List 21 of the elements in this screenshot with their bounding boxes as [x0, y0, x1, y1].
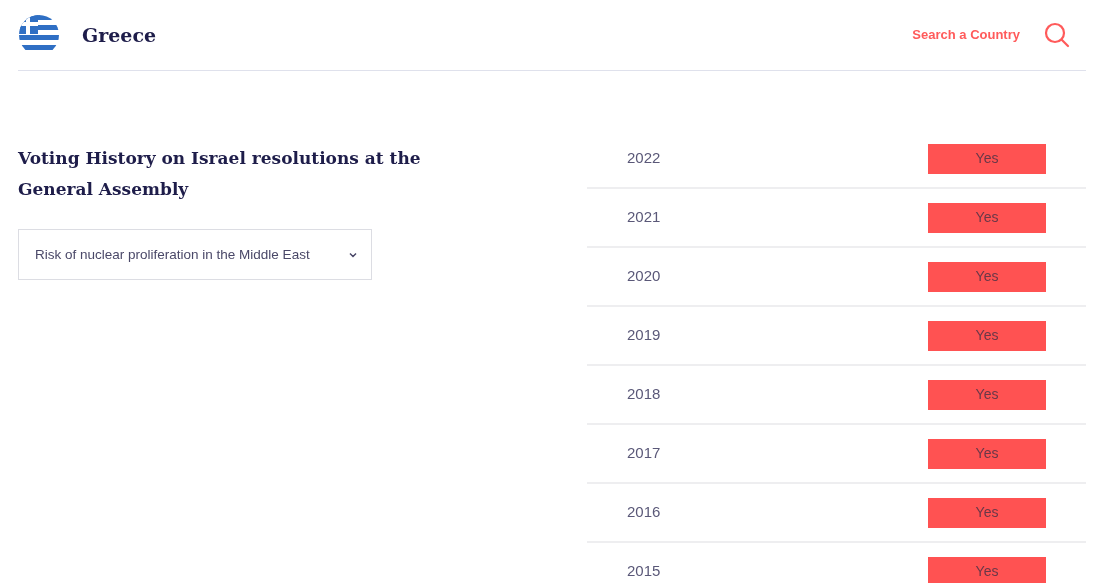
search-icon[interactable] — [1044, 22, 1070, 48]
resolution-dropdown[interactable]: Risk of nuclear proliferation in the Middle East — [18, 229, 372, 280]
year-label: 2018 — [627, 384, 662, 405]
year-label: 2019 — [627, 325, 662, 346]
chevron-down-icon — [349, 251, 357, 258]
vote-badge: Yes — [928, 320, 1046, 351]
vote-badge: Yes — [928, 438, 1046, 469]
country-name: Greece — [82, 22, 157, 48]
vote-badge: Yes — [928, 261, 1046, 292]
vote-badge: Yes — [928, 497, 1046, 528]
vote-badge: Yes — [928, 556, 1046, 583]
vote-badge: Yes — [928, 143, 1046, 174]
vote-badge: Yes — [928, 379, 1046, 410]
vote-badge: Yes — [928, 202, 1046, 233]
year-label: 2015 — [627, 561, 662, 582]
section-title: Voting History on Israel resolutions at the General Assembly — [18, 147, 422, 201]
year-label: 2021 — [627, 207, 662, 228]
year-label: 2020 — [627, 266, 662, 287]
year-label: 2016 — [627, 502, 662, 523]
year-label: 2017 — [627, 443, 662, 464]
year-label: 2022 — [627, 148, 662, 169]
